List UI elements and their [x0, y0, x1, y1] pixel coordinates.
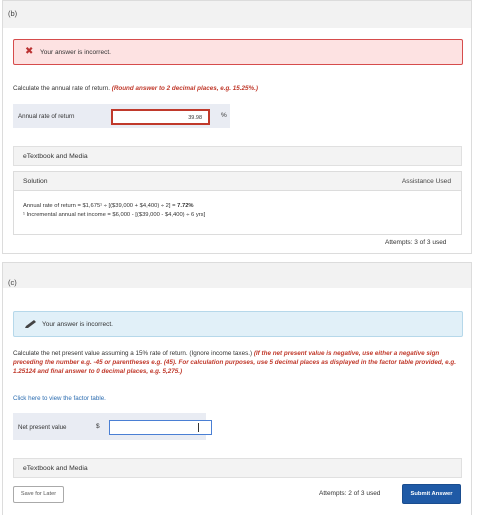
- submit-answer-button[interactable]: Submit Answer: [402, 484, 461, 504]
- question-body: Calculate the annual rate of return.: [13, 85, 110, 92]
- assistance-used-label: Assistance Used: [401, 178, 451, 185]
- etextbook-label: eTextbook and Media: [23, 153, 88, 160]
- etextbook-label: eTextbook and Media: [23, 465, 88, 472]
- question-hint: (Round answer to 2 decimal places, e.g. …: [111, 85, 258, 92]
- pencil-icon: [25, 320, 36, 328]
- solution-line-2: ¹ Incremental annual net income = $6,000…: [23, 212, 206, 218]
- alert-message: Your answer is incorrect.: [40, 49, 111, 56]
- annual-rate-input[interactable]: 39.98: [111, 109, 210, 125]
- answer-row: Annual rate of return 39.98 %: [13, 104, 230, 128]
- answer-label: Net present value: [18, 424, 67, 431]
- close-icon: ✖: [25, 46, 34, 57]
- text-cursor: [198, 423, 199, 432]
- answer-label: Annual rate of return: [18, 113, 75, 120]
- attempts-counter: Attempts: 3 of 3 used: [385, 239, 447, 246]
- alert-message: Your answer is incorrect.: [42, 321, 113, 328]
- solution-header: Solution Assistance Used: [14, 172, 461, 191]
- incorrect-alert: Your answer is incorrect.: [13, 311, 463, 337]
- solution-line-1: Annual rate of return = $1,675¹ ÷ [($39,…: [23, 203, 194, 209]
- factor-table-link[interactable]: Click here to view the factor table.: [13, 395, 106, 402]
- net-present-value-input[interactable]: [109, 420, 212, 435]
- part-c-header: (c): [3, 263, 471, 288]
- save-for-later-button[interactable]: Save for Later: [13, 486, 64, 503]
- incorrect-alert: ✖ Your answer is incorrect.: [13, 39, 463, 65]
- answer-row: Net present value $: [13, 413, 212, 440]
- question-text: Calculate the net present value assuming…: [13, 349, 465, 376]
- currency-symbol: $: [96, 423, 100, 430]
- etextbook-media-section[interactable]: eTextbook and Media: [13, 146, 462, 166]
- percent-unit: %: [221, 112, 227, 119]
- part-b-label: (b): [8, 9, 18, 18]
- part-b-card: (b) ✖ Your answer is incorrect. Calculat…: [2, 0, 472, 254]
- etextbook-media-section[interactable]: eTextbook and Media: [13, 458, 462, 478]
- solution-panel: Solution Assistance Used Annual rate of …: [13, 171, 462, 235]
- solution-title: Solution: [23, 178, 48, 185]
- solution-result: 7.72%: [177, 203, 194, 209]
- part-c-card: (c) Your answer is incorrect. Calculate …: [2, 262, 472, 515]
- question-body: Calculate the net present value assuming…: [13, 350, 253, 357]
- annual-rate-value: 39.98: [188, 115, 202, 121]
- solution-formula: Annual rate of return = $1,675¹ ÷ [($39,…: [23, 203, 176, 209]
- part-b-header: (b): [3, 1, 471, 28]
- question-text: Calculate the annual rate of return. (Ro…: [13, 84, 465, 93]
- attempts-counter: Attempts: 2 of 3 used: [319, 490, 381, 497]
- part-c-label: (c): [8, 278, 17, 287]
